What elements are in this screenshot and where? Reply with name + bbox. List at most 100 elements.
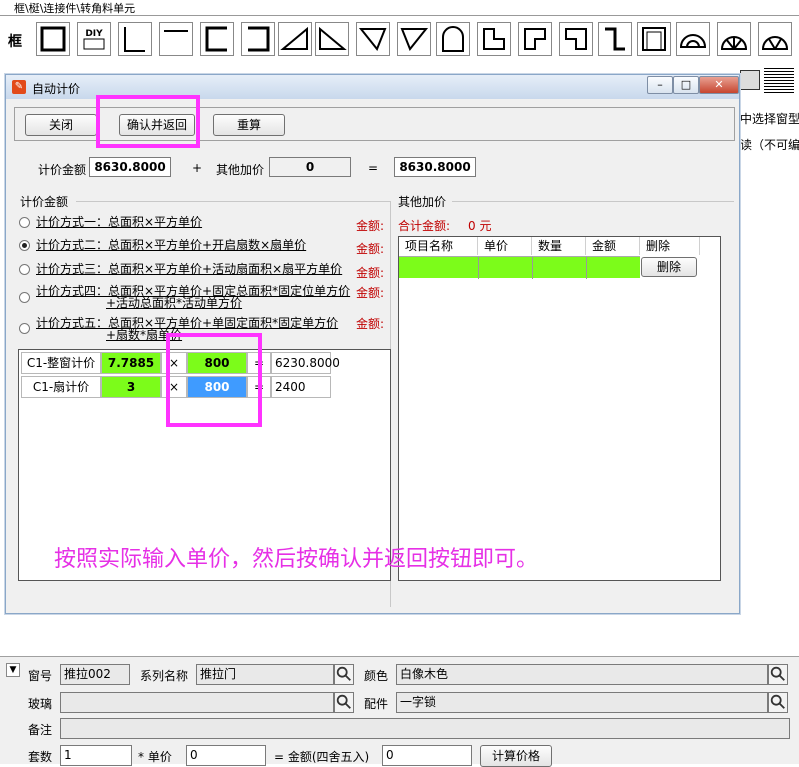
method-2-label[interactable]: 计价方式二：总面积×平方单价+开启扇数×扇单价	[36, 239, 306, 252]
right-panel-text-1: 中选择窗型	[740, 112, 799, 126]
sets-label: 套数	[28, 750, 53, 764]
col-unit-price: 单价	[478, 237, 532, 255]
method-4-label-line2[interactable]: +活动总面积*活动单方价	[106, 297, 242, 310]
col-amount: 金额	[586, 237, 640, 255]
menu-path-bar: 框\梃\连接件\转角料单元	[0, 0, 799, 16]
trapezoid-slant-icon[interactable]	[397, 22, 431, 56]
grill-pattern-icon[interactable]	[764, 68, 794, 94]
row1-result: 6230.8000	[271, 352, 340, 374]
method-4-amount-label: 金额:	[356, 286, 385, 300]
search-icon[interactable]	[334, 692, 354, 713]
step-shape-icon[interactable]	[518, 22, 552, 56]
fan-arch-icon[interactable]	[717, 22, 751, 56]
background-right-panel: 中选择窗型 读（不可编辑	[740, 66, 799, 626]
method-4-radio[interactable]	[19, 292, 30, 303]
col-item-name: 项目名称	[399, 237, 478, 255]
window-info-form: ▼ 窗号 推拉002 系列名称 推拉门 颜色 白像木色 玻璃 配件 一字锁 备注…	[0, 656, 799, 767]
corner-line-icon[interactable]	[159, 22, 193, 56]
notch-shape-icon[interactable]	[559, 22, 593, 56]
col-delete: 删除	[640, 237, 700, 255]
right-panel-text-2: 读（不可编辑	[740, 138, 799, 152]
other-addition-value: 0	[269, 157, 351, 177]
search-icon[interactable]	[768, 664, 788, 685]
half-arch-icon[interactable]	[676, 22, 710, 56]
total-amount-value: 8630.8000	[394, 157, 476, 177]
glass-field[interactable]	[60, 692, 334, 713]
unit-price-label: * 单价	[138, 750, 172, 764]
remark-field[interactable]	[60, 718, 790, 739]
method-1-amount-label: 金额:	[356, 219, 385, 233]
double-frame-icon[interactable]	[637, 22, 671, 56]
close-window-button[interactable]: ✕	[699, 76, 739, 94]
parts-field[interactable]: 一字锁	[396, 692, 768, 713]
window-no-label: 窗号	[28, 669, 53, 683]
row1-quantity[interactable]: 7.7885	[101, 352, 161, 374]
dialog-title: 自动计价	[32, 82, 81, 96]
l-frame-icon[interactable]	[598, 22, 632, 56]
search-icon[interactable]	[334, 664, 354, 685]
method-3-amount-label: 金额:	[356, 266, 385, 280]
color-label: 颜色	[364, 669, 389, 683]
other-total-label: 合计金额:	[398, 219, 451, 233]
method-1-label[interactable]: 计价方式一：总面积×平方单价	[36, 216, 202, 229]
row1-name: C1-整窗计价	[21, 352, 101, 374]
method-3-radio[interactable]	[19, 264, 30, 275]
diy-shape-icon[interactable]: DIY	[77, 22, 111, 56]
price-amount-label: 计价金额	[38, 163, 87, 177]
svg-text:DIY: DIY	[85, 29, 103, 39]
menu-path: 框\梃\连接件\转角料单元	[14, 2, 136, 15]
maximize-button[interactable]: □	[673, 76, 699, 94]
collapse-toggle[interactable]: ▼	[6, 663, 20, 677]
instruction-annotation: 按照实际输入单价，然后按确认并返回按钮即可。	[54, 547, 539, 572]
arch-icon[interactable]	[436, 22, 470, 56]
method-1-radio[interactable]	[19, 217, 30, 228]
pricing-group-title: 计价金额	[20, 195, 69, 209]
table-row[interactable]	[399, 256, 640, 279]
bracket-close-icon[interactable]	[241, 22, 275, 56]
window-no-field[interactable]: 推拉002	[60, 664, 130, 685]
frame-label: 框	[8, 34, 22, 50]
series-field[interactable]: 推拉门	[196, 664, 334, 685]
divider	[452, 201, 734, 202]
trapezoid-left-icon[interactable]	[278, 22, 312, 56]
row2-name: C1-扇计价	[21, 376, 101, 398]
price-amount-value: 8630.8000	[89, 157, 171, 177]
divider	[76, 201, 390, 202]
l-shape-icon[interactable]	[118, 22, 152, 56]
corner-cut-icon[interactable]	[477, 22, 511, 56]
square-frame-icon[interactable]	[36, 22, 70, 56]
row2-result: 2400	[271, 376, 331, 398]
auto-pricing-dialog: ✎ 自动计价 – □ ✕ 关闭 确认并返回 重算 计价金额 8630.8000 …	[5, 74, 740, 614]
method-5-radio[interactable]	[19, 323, 30, 334]
method-2-radio[interactable]	[19, 240, 30, 251]
amount-label: = 金额(四舍五入)	[274, 750, 370, 764]
close-button[interactable]: 关闭	[25, 114, 97, 136]
col-quantity: 数量	[532, 237, 586, 255]
method-2-amount-label: 金额:	[356, 242, 385, 256]
app-icon: ✎	[12, 80, 26, 94]
parts-label: 配件	[364, 697, 389, 711]
unit-price-field[interactable]: 0	[186, 745, 266, 766]
bracket-open-icon[interactable]	[200, 22, 234, 56]
delete-row-button[interactable]: 删除	[641, 257, 697, 277]
highlight-box-unit-price	[166, 333, 262, 427]
glass-label: 玻璃	[28, 697, 53, 711]
frame-tool-icon[interactable]	[740, 70, 760, 90]
search-icon[interactable]	[768, 692, 788, 713]
trapezoid-right-icon[interactable]	[315, 22, 349, 56]
sets-field[interactable]: 1	[60, 745, 132, 766]
plus-sign: +	[192, 161, 203, 175]
amount-field[interactable]: 0	[382, 745, 472, 766]
series-label: 系列名称	[140, 669, 189, 683]
recalculate-button[interactable]: 重算	[213, 114, 285, 136]
row2-quantity[interactable]: 3	[101, 376, 161, 398]
other-additions-table: 项目名称 单价 数量 金额 删除 删除	[398, 236, 721, 581]
trapezoid-down-icon[interactable]	[356, 22, 390, 56]
round-arch-icon[interactable]	[758, 22, 792, 56]
other-total-value: 0 元	[468, 219, 492, 233]
method-5-label[interactable]: 计价方式五：总面积×平方单价+单固定面积*固定单方价	[36, 317, 338, 330]
color-field[interactable]: 白像木色	[396, 664, 768, 685]
minimize-button[interactable]: –	[647, 76, 673, 94]
method-3-label[interactable]: 计价方式三：总面积×平方单价+活动扇面积×扇平方单价	[36, 263, 342, 276]
method-5-amount-label: 金额:	[356, 317, 385, 331]
